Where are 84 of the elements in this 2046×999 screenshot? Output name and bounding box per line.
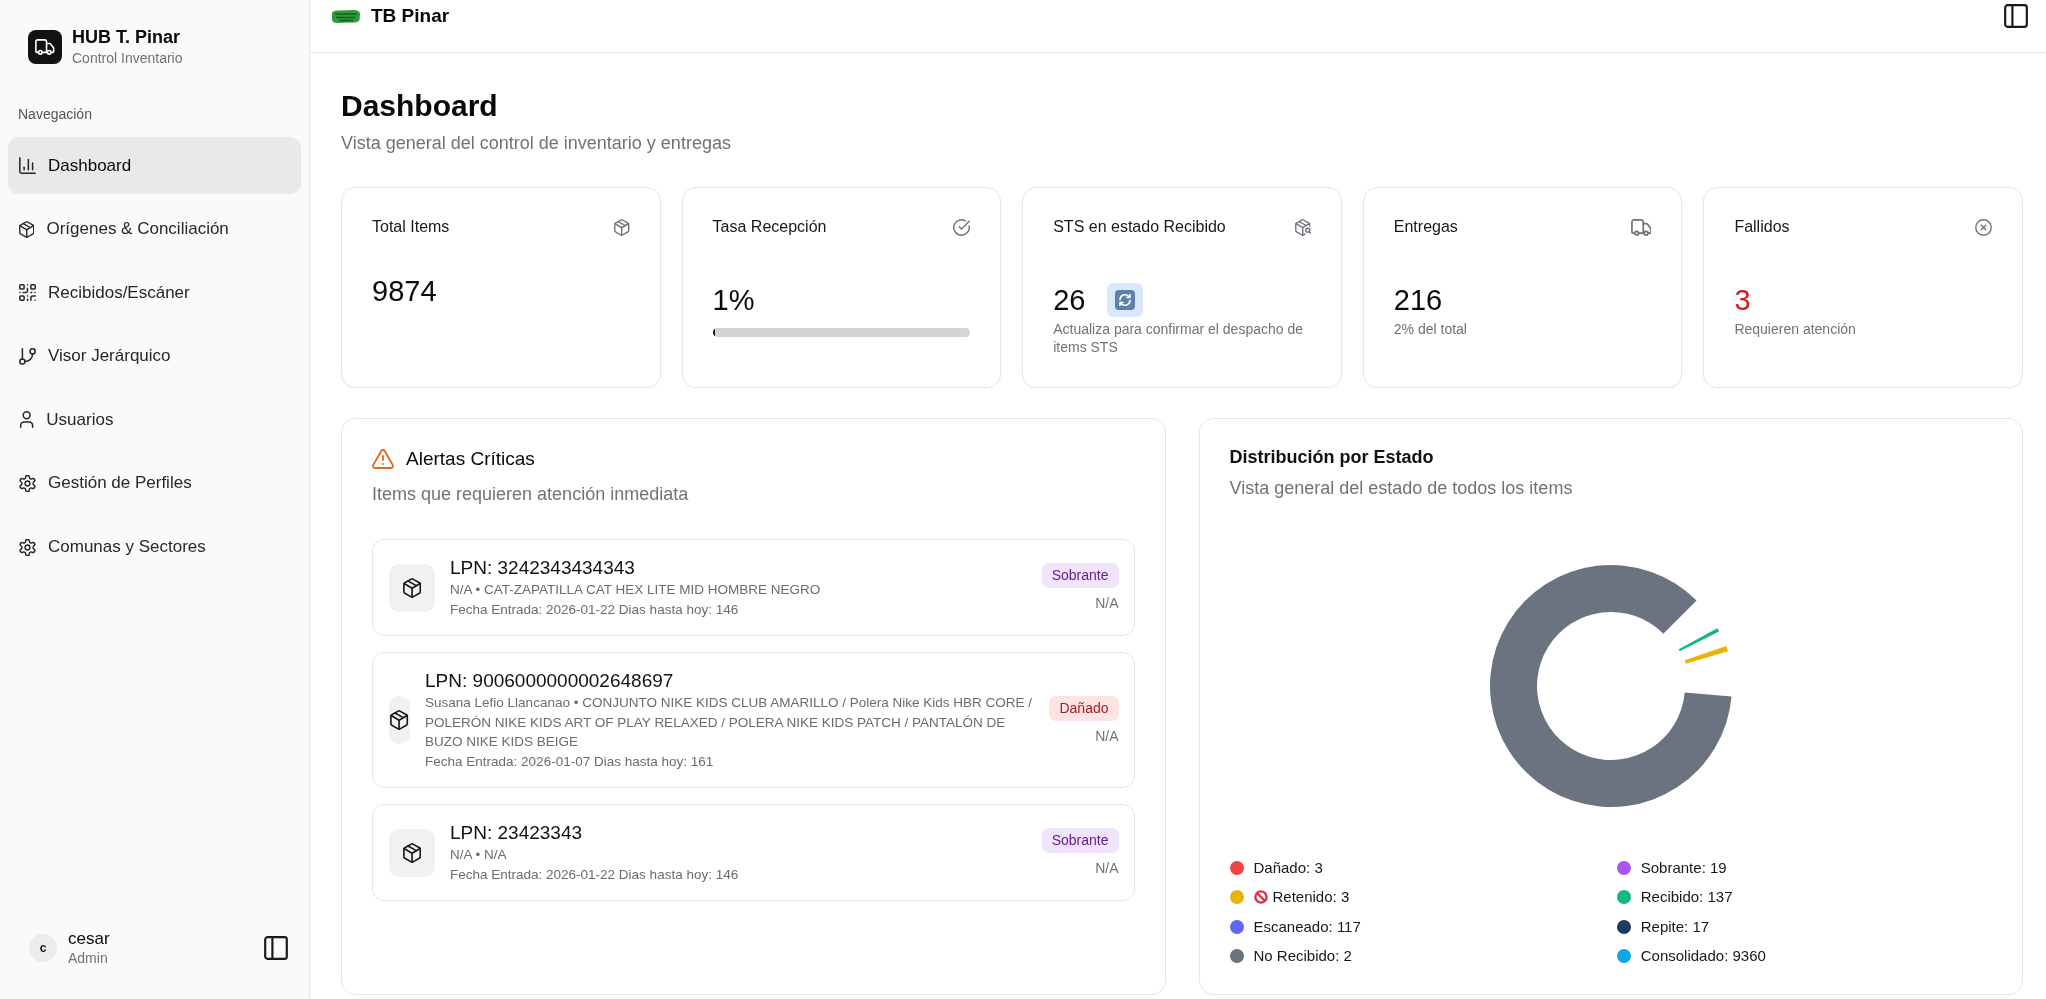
x-circle-icon xyxy=(1975,218,1992,236)
legend-label: Recibido: 137 xyxy=(1640,887,1733,907)
package-icon xyxy=(389,696,411,744)
warning-icon xyxy=(372,449,394,469)
branch-icon xyxy=(19,347,36,365)
item-description: Susana Lefio Llancanao • CONJUNTO NIKE KIDS CLUB AMARILLO / Polera Nike Kids HBR CORE / POLERÓN NIKE KIDS ART OF PLAY RELAXED / POLERA NIKE KIDS PATCH / PANTALÓN DE BUZO NIKE KIDS BEIGE xyxy=(425,694,1033,751)
stat-note: Requieren atención xyxy=(1734,320,1857,338)
lpn-label: LPN: 9006000000002648697 xyxy=(425,669,675,693)
entry-date: Fecha Entrada: 2026-01-22 Dias hasta hoy: 146 xyxy=(450,600,740,619)
stat-title: Tasa Recepción xyxy=(712,217,827,237)
stat-title: Fallidos xyxy=(1734,217,1790,237)
panel-subtitle: Items que requieren atención inmediata xyxy=(372,483,690,506)
page-title: Dashboard xyxy=(341,88,499,124)
check-circle-icon xyxy=(953,218,971,236)
sidebar-toggle-button[interactable] xyxy=(264,936,288,960)
panel-title: Distribución por Estado xyxy=(1229,446,1435,469)
status-tag: Dañado xyxy=(1049,695,1119,721)
alert-card[interactable]: LPN: 23423343 N/A • N/A Fecha Entrada: 2026-01-22 Dias hasta hoy: 146 Sobrante N/A xyxy=(372,804,1135,901)
app-title: TB Pinar xyxy=(371,4,450,28)
prohibited-icon xyxy=(1253,890,1268,904)
sidebar-toggle-button[interactable] xyxy=(2004,4,2028,28)
user-role: Admin xyxy=(68,949,109,968)
stat-title: Entregas xyxy=(1393,217,1458,237)
panel-icon xyxy=(2004,4,2028,28)
legend-label: Consolidado: 9360 xyxy=(1640,946,1766,966)
panel-icon xyxy=(264,936,288,960)
alert-card[interactable]: LPN: 3242343434343 N/A • CAT-ZAPATILLA CAT HEX LITE MID HOMBRE NEGRO Fecha Entrada: 2026-01-22 Dias hasta hoy: 146 Sobrante N/A xyxy=(372,539,1135,636)
stat-note: Actualiza para confirmar el despacho de items STS xyxy=(1053,320,1304,356)
package-search-icon xyxy=(1294,218,1311,236)
lpn-label: LPN: 23423343 xyxy=(450,821,584,845)
item-description: N/A • N/A xyxy=(450,846,508,864)
qr-code-icon xyxy=(19,284,36,302)
stat-title: STS en estado Recibido xyxy=(1053,217,1226,237)
stat-value: 216 xyxy=(1393,283,1443,317)
status-tag: Sobrante xyxy=(1041,563,1119,588)
item-value: N/A xyxy=(1095,726,1119,745)
stat-note: 2% del total xyxy=(1393,320,1468,338)
brand-subtitle: Control Inventario xyxy=(72,49,183,68)
settings-icon xyxy=(19,474,36,492)
brand-title: HUB T. Pinar xyxy=(72,26,182,48)
nav-item[interactable]: Orígenes & Conciliación xyxy=(8,200,301,258)
package-icon xyxy=(389,828,435,877)
alert-card[interactable] xyxy=(372,652,1135,788)
stat-value: 9874 xyxy=(372,274,437,308)
nav-item[interactable]: Gestión de Perfiles xyxy=(8,454,301,512)
nav-item[interactable]: Dashboard xyxy=(8,137,301,194)
refresh-icon xyxy=(1115,290,1136,310)
nav-item[interactable]: Usuarios xyxy=(8,391,301,449)
legend-label: Repite: 17 xyxy=(1640,916,1710,937)
legend-label: Escaneado: 117 xyxy=(1253,916,1361,937)
status-tag: Sobrante xyxy=(1041,828,1119,853)
user-avatar: c xyxy=(29,934,57,962)
panel-title: Alertas Críticas xyxy=(406,447,535,471)
truck-icon xyxy=(28,30,62,64)
nav-item[interactable]: Visor Jerárquico xyxy=(8,327,301,385)
entry-date: Fecha Entrada: 2026-01-22 Dias hasta hoy: 146 xyxy=(450,865,739,884)
nav-item[interactable]: Recibidos/Escáner xyxy=(8,264,301,322)
stat-value: 1% xyxy=(712,283,755,317)
truck-icon xyxy=(1630,218,1652,236)
user-name: cesar xyxy=(68,928,110,949)
page-subtitle: Vista general del control de inventario y entregas xyxy=(341,132,732,155)
legend-label: Dañado: 3 xyxy=(1253,857,1323,878)
logo-icon xyxy=(331,9,361,24)
legend-label: No Recibido: 2 xyxy=(1253,946,1352,966)
package-icon xyxy=(614,218,630,236)
package-icon xyxy=(389,563,435,612)
item-value: N/A xyxy=(1095,859,1119,877)
panel-subtitle: Vista general del estado de todos los items xyxy=(1229,477,1574,500)
item-value: N/A xyxy=(1095,594,1119,612)
refresh-button[interactable] xyxy=(1107,283,1144,317)
bar-chart-icon xyxy=(19,157,36,174)
stat-title: Total Items xyxy=(372,217,450,237)
stat-value: 3 xyxy=(1734,283,1751,317)
item-description: N/A • CAT-ZAPATILLA CAT HEX LITE MID HOMBRE NEGRO xyxy=(450,581,821,599)
stat-value: 26 xyxy=(1053,283,1086,317)
nav-item[interactable]: Comunas y Sectores xyxy=(8,518,301,576)
legend-label: Retenido: 3 xyxy=(1272,887,1350,907)
user-icon xyxy=(19,411,35,429)
lpn-label: LPN: 3242343434343 xyxy=(450,556,636,580)
package-icon xyxy=(19,220,35,238)
nav-section-label: Navegación xyxy=(18,105,92,123)
settings-icon xyxy=(19,538,36,556)
entry-date: Fecha Entrada: 2026-01-07 Dias hasta hoy: 161 xyxy=(425,752,715,771)
legend-label: Sobrante: 19 xyxy=(1640,857,1727,878)
